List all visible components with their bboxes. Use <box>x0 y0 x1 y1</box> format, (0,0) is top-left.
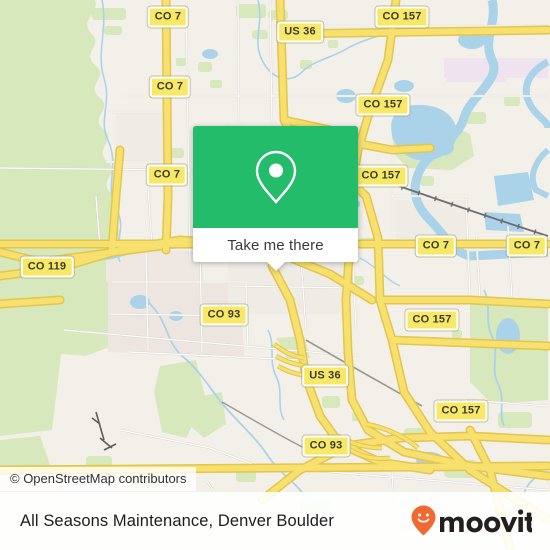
moovit-logo[interactable] <box>410 504 532 538</box>
footer-bar: All Seasons Maintenance, Denver Boulder <box>0 492 550 550</box>
map-screenshot: CO 7 US 36 CO 157 CO 7 CO 157 CO 7 CO 157 CO 7 C… <box>0 0 550 550</box>
road-shield: CO 7 <box>147 6 189 28</box>
road-shield: US 36 <box>302 365 348 387</box>
destination-callout-card[interactable]: Take me there <box>193 126 358 271</box>
take-me-there-label: Take me there <box>227 236 324 254</box>
callout-pointer-tail <box>265 261 286 271</box>
road-shield: CO 7 <box>506 235 548 257</box>
road-shield: CO 157 <box>354 165 408 187</box>
road-shield: CO 157 <box>434 400 488 422</box>
road-shield: CO 119 <box>20 256 74 278</box>
road-shield: CO 93 <box>302 435 350 457</box>
osm-attribution[interactable]: © OpenStreetMap contributors <box>0 467 196 491</box>
road-shield: CO 157 <box>356 94 410 116</box>
place-title: All Seasons Maintenance, Denver Boulder <box>20 511 334 530</box>
road-shield: CO 7 <box>415 235 457 257</box>
callout-icon-area <box>193 126 358 228</box>
callout-action-area[interactable]: Take me there <box>193 228 358 271</box>
road-shield: CO 157 <box>405 309 459 331</box>
road-shield: CO 157 <box>375 6 429 28</box>
road-shield: US 36 <box>277 21 323 43</box>
road-shield: CO 93 <box>200 304 248 326</box>
map-pin-icon <box>255 150 296 204</box>
road-shield: CO 7 <box>149 76 191 98</box>
road-shield: CO 7 <box>146 164 188 186</box>
moovit-smiling-pin-icon <box>411 505 532 536</box>
